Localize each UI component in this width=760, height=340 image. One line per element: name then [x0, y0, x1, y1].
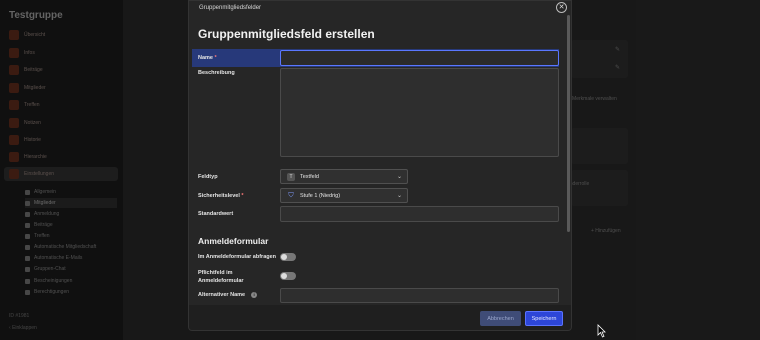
close-button[interactable]: ✕ — [556, 2, 567, 13]
cancel-button[interactable]: Abbrechen — [480, 311, 521, 326]
default-value-input[interactable] — [280, 206, 559, 222]
mouse-cursor-icon — [597, 324, 606, 338]
close-icon: ✕ — [558, 4, 565, 11]
fieldtype-label: Feldtyp — [198, 174, 218, 180]
chevron-down-icon: ⌄ — [396, 174, 402, 180]
ask-in-form-label: Im Anmeldeformular abfragen — [198, 254, 277, 260]
security-label: Sicherheitslevel * — [198, 193, 244, 199]
name-label: Name * — [198, 55, 217, 61]
alt-name-input[interactable] — [280, 288, 559, 303]
save-button[interactable]: Speichern — [525, 311, 563, 326]
text-field-icon: T — [287, 172, 295, 181]
chevron-down-icon: ⌄ — [396, 193, 402, 199]
ask-in-form-toggle[interactable] — [280, 253, 296, 261]
registration-section-title: Anmeldeformular — [198, 236, 269, 246]
create-field-modal: Gruppenmitgliedsfelder ✕ Gruppenmitglied… — [188, 0, 572, 331]
info-icon[interactable]: i — [251, 292, 258, 298]
description-label: Beschreibung — [198, 70, 235, 76]
description-textarea[interactable] — [280, 68, 559, 157]
fieldtype-select[interactable]: T Textfeld ⌄ — [280, 169, 408, 184]
default-value-label: Standardwert — [198, 211, 234, 217]
shield-icon: ⛉ — [288, 191, 294, 199]
security-select[interactable]: ⛉ Stufe 1 (Niedrig) ⌄ — [280, 188, 408, 203]
alt-name-label: Alternativer Name i — [198, 292, 258, 298]
required-in-form-label: Pflichtfeld im Anmeldeformular — [198, 270, 244, 284]
modal-title: Gruppenmitgliedsfeld erstellen — [198, 27, 375, 41]
name-input[interactable] — [280, 50, 559, 66]
modal-header: Gruppenmitgliedsfelder — [199, 4, 262, 11]
scrollbar[interactable] — [567, 15, 570, 232]
required-in-form-toggle[interactable] — [280, 272, 296, 280]
